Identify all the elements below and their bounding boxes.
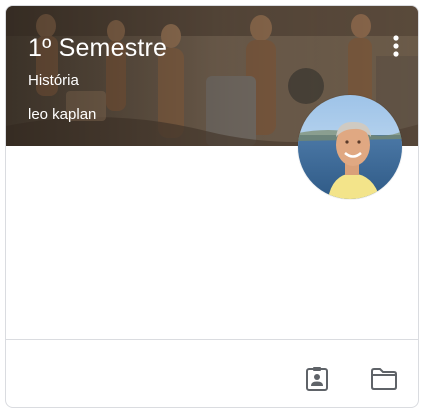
class-card[interactable]: 1º Semestre História leo kaplan (5, 5, 419, 408)
class-subject[interactable]: História (28, 72, 79, 89)
folder-icon (371, 368, 397, 390)
class-title[interactable]: 1º Semestre (28, 34, 167, 63)
more-options-button[interactable] (382, 30, 410, 62)
more-vert-icon (393, 35, 399, 57)
teacher-avatar (298, 95, 402, 199)
open-folder-button[interactable] (369, 364, 399, 394)
assignment-ind-icon (306, 367, 328, 391)
card-actions (6, 339, 418, 407)
open-portfolio-button[interactable] (302, 364, 332, 394)
teacher-name: leo kaplan (28, 106, 97, 123)
